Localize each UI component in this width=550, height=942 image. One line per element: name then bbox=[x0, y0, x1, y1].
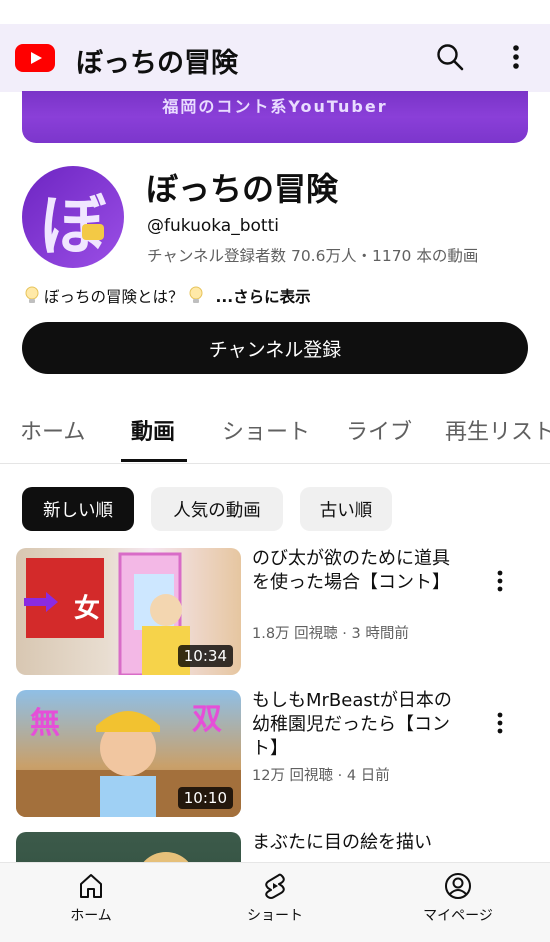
nav-home-label: ホーム bbox=[70, 908, 112, 924]
channel-tabs: ホーム 動画 ショート ライブ 再生リスト bbox=[0, 402, 550, 464]
banner-text: 福岡のコント系YouTuber bbox=[162, 97, 388, 116]
tab-home[interactable]: ホーム bbox=[20, 414, 85, 446]
video-meta: 12万 回視聴 · 4 日前 bbox=[252, 768, 390, 784]
youtube-logo-icon bbox=[15, 44, 55, 72]
tab-videos[interactable]: 動画 bbox=[131, 414, 175, 446]
thumbnail-text-left: 無 bbox=[30, 706, 60, 741]
chip-popular[interactable]: 人気の動画 bbox=[151, 487, 283, 531]
video-duration: 10:34 bbox=[177, 645, 233, 667]
more-options-button[interactable] bbox=[503, 40, 529, 74]
status-bar bbox=[0, 0, 550, 24]
thumbnail-text-right: 双 bbox=[192, 702, 222, 737]
channel-name: ぼっちの冒険 bbox=[146, 170, 339, 208]
tab-shorts[interactable]: ショート bbox=[222, 414, 310, 446]
nav-home[interactable]: ホーム bbox=[31, 871, 151, 935]
lightbulb-icon bbox=[22, 285, 42, 307]
app-title: ぼっちの冒険 bbox=[76, 48, 238, 79]
shorts-icon bbox=[265, 873, 285, 899]
youtube-logo-button[interactable] bbox=[14, 43, 56, 73]
channel-stats: チャンネル登録者数 70.6万人・1170 本の動画 bbox=[147, 247, 479, 265]
more-vertical-icon bbox=[497, 570, 503, 592]
lightbulb-icon bbox=[186, 285, 206, 307]
channel-description[interactable]: ぼっちの冒険とは？ ...さらに表示 bbox=[22, 284, 311, 308]
channel-avatar[interactable]: ぼ bbox=[22, 166, 124, 268]
video-duration: 10:10 bbox=[177, 787, 233, 809]
account-icon bbox=[445, 873, 471, 899]
more-vertical-icon bbox=[497, 712, 503, 734]
video-thumbnail[interactable]: 無 双 10:10 bbox=[16, 690, 241, 817]
chip-newest[interactable]: 新しい順 bbox=[22, 487, 134, 531]
video-item[interactable]: 女 10:34 のび太が欲のために道具を使った場合【コント】 1.8万 回視聴 … bbox=[0, 548, 550, 678]
app-bar: ぼっちの冒険 bbox=[0, 24, 550, 92]
more-vertical-icon bbox=[513, 45, 519, 69]
video-more-button[interactable] bbox=[488, 566, 512, 596]
nav-shorts-label: ショート bbox=[247, 908, 303, 924]
home-icon bbox=[80, 874, 102, 898]
video-title[interactable]: もしもMrBeastが日本の幼稚園児だったら【コント】 bbox=[252, 689, 462, 761]
channel-handle: @fukuoka_botti bbox=[147, 216, 279, 236]
channel-banner: 福岡のコント系YouTuber bbox=[22, 91, 528, 143]
search-icon bbox=[437, 44, 464, 71]
video-more-button[interactable] bbox=[488, 708, 512, 738]
active-tab-indicator bbox=[121, 459, 187, 462]
video-title[interactable]: まぶたに目の絵を描い bbox=[252, 831, 462, 855]
tab-live[interactable]: ライブ bbox=[346, 414, 412, 446]
video-item[interactable]: 無 双 10:10 もしもMrBeastが日本の幼稚園児だったら【コント】 12… bbox=[0, 690, 550, 820]
video-thumbnail[interactable]: 女 10:34 bbox=[16, 548, 241, 675]
subscribe-button[interactable]: チャンネル登録 bbox=[22, 322, 528, 374]
nav-account-label: マイページ bbox=[423, 908, 493, 924]
nav-account[interactable]: マイページ bbox=[398, 871, 518, 935]
show-more-link[interactable]: ...さらに表示 bbox=[216, 285, 311, 307]
chip-oldest[interactable]: 古い順 bbox=[300, 487, 392, 531]
thumbnail-text: 女 bbox=[74, 594, 101, 624]
avatar-mark bbox=[82, 224, 104, 240]
avatar-glyph: ぼ bbox=[40, 187, 106, 264]
description-text: ぼっちの冒険とは？ bbox=[44, 288, 184, 306]
video-title[interactable]: のび太が欲のために道具を使った場合【コント】 bbox=[252, 547, 462, 595]
bottom-navigation: ホーム ショート マイページ bbox=[0, 862, 550, 942]
nav-shorts[interactable]: ショート bbox=[215, 871, 335, 935]
search-button[interactable] bbox=[433, 40, 467, 74]
tab-playlists[interactable]: 再生リスト bbox=[445, 414, 550, 446]
video-meta: 1.8万 回視聴 · 3 時間前 bbox=[252, 626, 409, 642]
